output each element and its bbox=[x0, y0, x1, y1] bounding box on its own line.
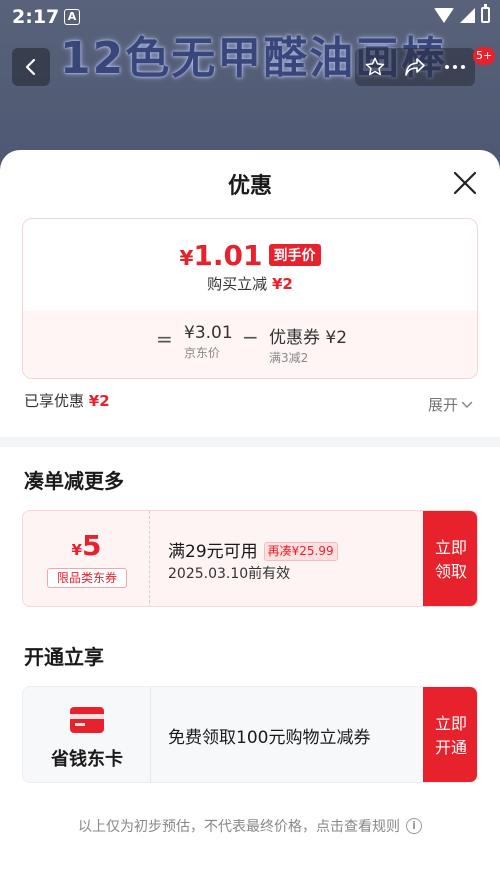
star-icon[interactable] bbox=[364, 56, 386, 78]
wifi-icon bbox=[434, 7, 454, 23]
final-price-card: ¥1.01 到手价 购买立减 ¥2 = ¥3.01 京东价 − 优惠券 ¥2 满3… bbox=[22, 218, 478, 379]
claim-coupon-button[interactable]: 立即 领取 bbox=[423, 511, 477, 606]
chevron-left-icon bbox=[25, 58, 36, 76]
coupon-condition: 满29元可用 再凑¥25.99 bbox=[168, 537, 338, 562]
open-membership-button[interactable]: 立即 开通 bbox=[423, 687, 477, 782]
top-actions bbox=[355, 48, 475, 86]
info-icon: i bbox=[406, 818, 422, 834]
membership-description: 免费领取100元购物立减券 bbox=[168, 728, 371, 748]
rules-link[interactable]: 以上仅为初步预估，不代表最终价格，点击查看规则 i bbox=[0, 816, 500, 836]
cart-count-badge: 5+ bbox=[473, 47, 496, 65]
membership-name: 省钱东卡 bbox=[51, 749, 123, 770]
expand-button[interactable]: 展开 bbox=[428, 394, 473, 415]
coupon-amount: ¥5 bbox=[23, 529, 150, 562]
status-bar: 2:17 A bbox=[0, 0, 500, 34]
coupon-value-area: ¥5 限品类东券 bbox=[23, 511, 150, 606]
final-price: ¥1.01 到手价 bbox=[23, 239, 477, 272]
discount-label: 购买立减 bbox=[207, 275, 268, 293]
final-price-currency: ¥ bbox=[179, 246, 194, 270]
enjoyed-value: ¥2 bbox=[88, 392, 110, 410]
open-button-line1: 立即 bbox=[434, 713, 467, 733]
more-icon[interactable] bbox=[444, 64, 466, 70]
equals-sign: = bbox=[156, 327, 173, 351]
discount-sheet: 优惠 ¥1.01 到手价 购买立减 ¥2 = ¥3.01 京东价 − 优惠券 ¥2… bbox=[0, 150, 500, 889]
status-time: 2:17 bbox=[12, 6, 60, 28]
price-calculation: = ¥3.01 京东价 − 优惠券 ¥2 满3减2 bbox=[23, 311, 477, 378]
footer-note-text: 以上仅为初步预估，不代表最终价格，点击查看规则 bbox=[78, 819, 400, 835]
close-icon bbox=[453, 171, 477, 195]
sheet-title: 优惠 bbox=[227, 174, 272, 199]
battery-icon bbox=[481, 4, 490, 23]
minus-sign: − bbox=[242, 325, 259, 349]
coupon-amount-value: 5 bbox=[81, 529, 102, 562]
membership-brand-area: 省钱东卡 bbox=[23, 687, 151, 782]
section-title-more: 凑单减更多 bbox=[24, 469, 124, 493]
coupon-currency: ¥ bbox=[71, 541, 82, 559]
coupon-condition-text: 满29元可用 bbox=[168, 542, 258, 562]
claim-button-line2: 领取 bbox=[434, 561, 467, 581]
base-price-value: ¥3.01 bbox=[184, 323, 233, 343]
coupon-type-badge: 限品类东券 bbox=[47, 568, 127, 588]
notification-icon: A bbox=[64, 9, 80, 25]
open-button-line2: 开通 bbox=[434, 737, 467, 757]
coupon-gap-chip: 再凑¥25.99 bbox=[263, 542, 338, 561]
expand-label: 展开 bbox=[428, 396, 459, 414]
status-icons bbox=[434, 4, 490, 23]
signal-icon bbox=[460, 7, 475, 23]
base-price: ¥3.01 京东价 bbox=[184, 323, 233, 361]
coupon-deduction: 优惠券 ¥2 满3减2 bbox=[269, 323, 347, 366]
coupon-deduction-rule: 满3减2 bbox=[269, 351, 309, 365]
base-price-label: 京东价 bbox=[184, 346, 221, 360]
chevron-down-icon bbox=[461, 401, 473, 408]
section-divider bbox=[0, 437, 500, 447]
enjoyed-label: 已享优惠 bbox=[24, 392, 85, 410]
coupon-deduction-value: 优惠券 ¥2 bbox=[269, 328, 348, 348]
coupon-card: ¥5 限品类东券 满29元可用 再凑¥25.99 2025.03.10前有效 立即… bbox=[22, 510, 478, 607]
enjoyed-discount: 已享优惠 ¥2 bbox=[24, 390, 110, 411]
coupon-validity: 2025.03.10前有效 bbox=[168, 566, 291, 582]
back-button[interactable] bbox=[12, 48, 50, 86]
credit-card-icon bbox=[70, 707, 104, 733]
membership-card: 省钱东卡 免费领取100元购物立减券 立即 开通 bbox=[22, 686, 478, 783]
final-price-amount: 1.01 bbox=[193, 239, 263, 272]
discount-summary: 购买立减 ¥2 bbox=[23, 273, 477, 294]
claim-button-line1: 立即 bbox=[434, 537, 467, 557]
section-title-open: 开通立享 bbox=[24, 645, 104, 669]
share-icon[interactable] bbox=[403, 56, 427, 78]
close-button[interactable] bbox=[452, 170, 478, 196]
discount-value: ¥2 bbox=[271, 275, 293, 293]
final-price-tag: 到手价 bbox=[268, 244, 321, 266]
